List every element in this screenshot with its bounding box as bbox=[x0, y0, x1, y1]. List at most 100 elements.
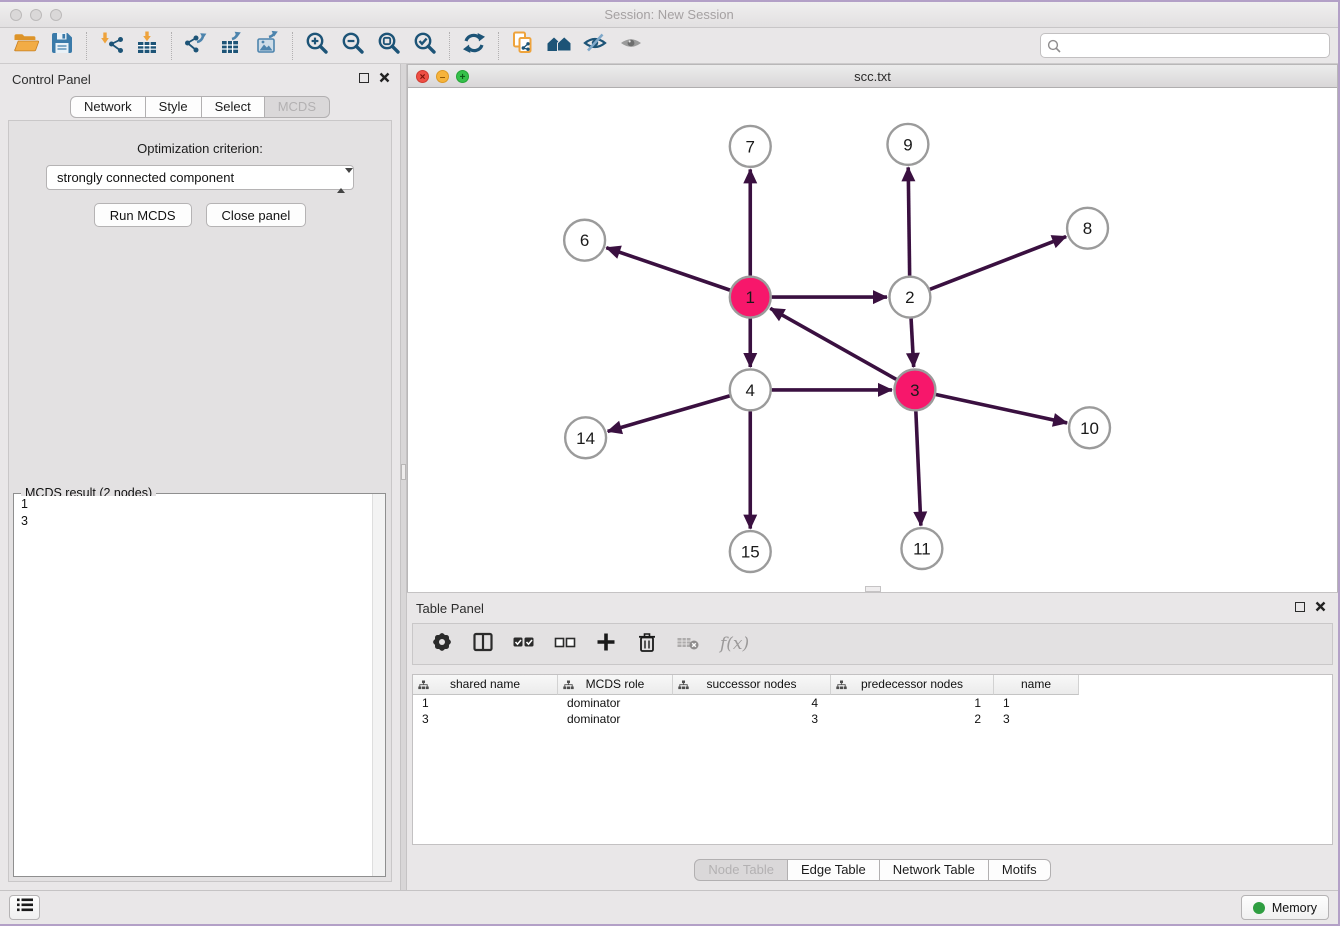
mcds-result-list[interactable]: 13 bbox=[15, 496, 384, 875]
tab-node-table[interactable]: Node Table bbox=[694, 859, 788, 881]
add-column-button[interactable] bbox=[593, 631, 619, 657]
graph-edge-2-9[interactable] bbox=[908, 167, 909, 275]
memory-button[interactable]: Memory bbox=[1241, 895, 1329, 920]
column-header-mcds-role[interactable]: MCDS role bbox=[558, 675, 673, 695]
deselect-all-button[interactable] bbox=[552, 631, 578, 657]
tab-edge-table[interactable]: Edge Table bbox=[788, 859, 880, 881]
close-panel-icon[interactable] bbox=[379, 72, 390, 83]
delete-selected-button[interactable] bbox=[634, 631, 660, 657]
result-scrollbar[interactable] bbox=[372, 494, 385, 876]
apply-layout-button[interactable] bbox=[456, 31, 492, 61]
home-button[interactable] bbox=[541, 31, 577, 61]
delete-column-button-disabled bbox=[675, 631, 701, 657]
graph-edge-3-11[interactable] bbox=[916, 411, 921, 525]
toolbar-separator bbox=[86, 32, 87, 60]
first-neighbors-button[interactable] bbox=[505, 31, 541, 61]
network-window-title: scc.txt bbox=[408, 69, 1337, 84]
search-input[interactable] bbox=[1065, 35, 1325, 56]
tab-style[interactable]: Style bbox=[146, 96, 202, 118]
graph-edge-4-14[interactable] bbox=[608, 396, 730, 431]
table-cell[interactable]: 3 bbox=[994, 711, 1079, 727]
zoom-fit-button[interactable] bbox=[371, 31, 407, 61]
main-area: Control Panel NetworkStyleSelectMCDS Opt… bbox=[0, 64, 1338, 890]
zoom-fit-icon bbox=[376, 30, 402, 61]
import-table-button[interactable] bbox=[129, 31, 165, 61]
table-cell[interactable]: 1 bbox=[831, 695, 994, 711]
export-image-button[interactable] bbox=[250, 31, 286, 61]
import-network-button[interactable] bbox=[93, 31, 129, 61]
graph-edge-3-1[interactable] bbox=[770, 308, 896, 379]
search-box bbox=[1040, 33, 1330, 58]
zoom-in-button[interactable] bbox=[299, 31, 335, 61]
save-session-button[interactable] bbox=[44, 31, 80, 61]
column-header-name[interactable]: name bbox=[994, 675, 1079, 695]
mcds-result-box: MCDS result (2 nodes) 13 bbox=[13, 493, 386, 877]
memory-status-icon bbox=[1253, 902, 1265, 914]
main-toolbar bbox=[0, 28, 1338, 64]
table-settings-button[interactable] bbox=[429, 631, 455, 657]
tab-motifs[interactable]: Motifs bbox=[989, 859, 1051, 881]
table-row[interactable]: 3dominator323 bbox=[413, 711, 1332, 727]
task-history-button[interactable] bbox=[9, 895, 40, 920]
table-cell[interactable]: 4 bbox=[673, 695, 831, 711]
control-panel-title: Control Panel bbox=[12, 72, 91, 87]
trash-icon bbox=[635, 630, 659, 659]
table-cell[interactable]: 1 bbox=[413, 695, 558, 711]
tab-select[interactable]: Select bbox=[202, 96, 265, 118]
run-mcds-button[interactable]: Run MCDS bbox=[94, 203, 192, 227]
close-table-panel-icon[interactable] bbox=[1315, 601, 1326, 612]
zoom-out-button[interactable] bbox=[335, 31, 371, 61]
open-session-button[interactable] bbox=[8, 31, 44, 61]
function-builder-button-disabled: f(x) bbox=[720, 634, 749, 654]
splitter-grip[interactable] bbox=[401, 464, 406, 480]
eye-slash-icon bbox=[582, 30, 608, 61]
float-panel-icon[interactable] bbox=[359, 73, 369, 83]
close-panel-button[interactable]: Close panel bbox=[206, 203, 307, 227]
table-cell[interactable]: dominator bbox=[558, 711, 673, 727]
refresh-icon bbox=[461, 30, 487, 61]
graph-edge-2-3[interactable] bbox=[911, 319, 914, 367]
graph-edge-1-6[interactable] bbox=[606, 248, 730, 290]
control-panel: Control Panel NetworkStyleSelectMCDS Opt… bbox=[0, 64, 400, 890]
horizontal-splitter-grip[interactable] bbox=[865, 586, 881, 592]
float-table-panel-icon[interactable] bbox=[1295, 602, 1305, 612]
graph-node-label: 11 bbox=[913, 540, 931, 559]
zoom-selected-button[interactable] bbox=[407, 31, 443, 61]
export-table-button[interactable] bbox=[214, 31, 250, 61]
export-network-icon bbox=[183, 30, 209, 61]
table-cell[interactable]: 1 bbox=[994, 695, 1079, 711]
graph-edge-2-8[interactable] bbox=[930, 237, 1066, 290]
table-cell[interactable]: 2 bbox=[831, 711, 994, 727]
graph-node-label: 15 bbox=[741, 543, 760, 562]
show-column-button[interactable] bbox=[470, 631, 496, 657]
optimization-criterion-label: Optimization criterion: bbox=[9, 141, 391, 156]
list-icon bbox=[15, 896, 35, 919]
graph-node-label: 3 bbox=[910, 381, 919, 400]
tab-mcds[interactable]: MCDS bbox=[265, 96, 330, 118]
show-all-button[interactable] bbox=[613, 31, 649, 61]
select-all-button[interactable] bbox=[511, 631, 537, 657]
table-cell[interactable]: 3 bbox=[413, 711, 558, 727]
tab-network[interactable]: Network bbox=[70, 96, 146, 118]
desktop: Session: New Session bbox=[0, 0, 1340, 926]
tab-network-table[interactable]: Network Table bbox=[880, 859, 989, 881]
node-table[interactable]: shared nameMCDS rolesuccessor nodesprede… bbox=[412, 674, 1333, 845]
table-cell[interactable]: 3 bbox=[673, 711, 831, 727]
checked-boxes-icon bbox=[512, 630, 536, 659]
graph-node-label: 4 bbox=[746, 381, 755, 400]
column-header-successor-nodes[interactable]: successor nodes bbox=[673, 675, 831, 695]
export-network-button[interactable] bbox=[178, 31, 214, 61]
column-header-predecessor-nodes[interactable]: predecessor nodes bbox=[831, 675, 994, 695]
table-cell[interactable]: dominator bbox=[558, 695, 673, 711]
network-canvas[interactable]: 1234678910111415 bbox=[408, 88, 1337, 592]
graph-node-label: 1 bbox=[746, 288, 755, 307]
panel-splitter[interactable] bbox=[400, 64, 407, 890]
network-graph[interactable]: 1234678910111415 bbox=[408, 88, 1337, 592]
hide-selected-button[interactable] bbox=[577, 31, 613, 61]
open-folder-icon bbox=[13, 30, 39, 61]
graph-node-label: 8 bbox=[1083, 219, 1092, 238]
criterion-select[interactable]: strongly connected component bbox=[46, 165, 354, 190]
table-row[interactable]: 1dominator411 bbox=[413, 695, 1332, 711]
column-header-shared-name[interactable]: shared name bbox=[413, 675, 558, 695]
graph-edge-3-10[interactable] bbox=[936, 394, 1067, 422]
